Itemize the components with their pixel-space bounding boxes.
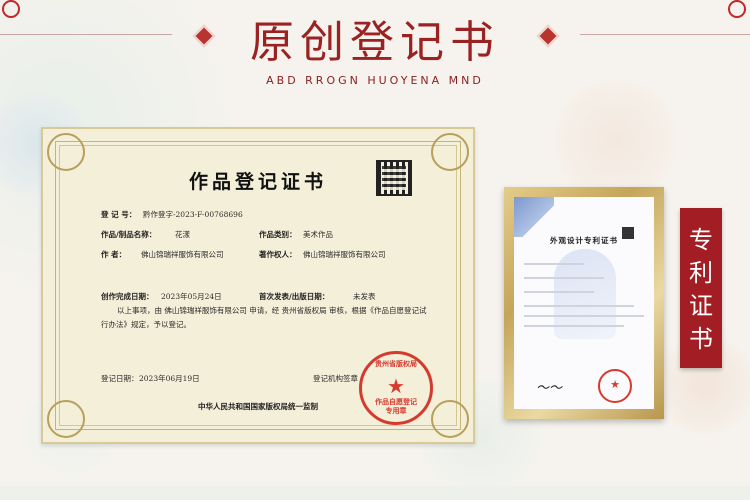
- patent-text-line: [524, 291, 594, 293]
- patent-signature: 〜〜: [536, 381, 563, 396]
- patent-text-line: [524, 277, 604, 279]
- patent-title: 外观设计专利证书: [550, 236, 618, 245]
- work-name-label: 作品/制品名称：: [101, 230, 157, 239]
- reg-no-value: 黔作登字-2023-F-00768696: [143, 210, 243, 219]
- published-date-value: 未发表: [353, 292, 376, 301]
- work-name-value: 花漾: [175, 230, 190, 239]
- page-title: 原创登记书: [250, 17, 500, 68]
- seal-top-text: 贵州省版权局: [375, 359, 417, 368]
- title-line-right: [580, 34, 750, 35]
- owner-value: 佛山锦瑞祥服饰有限公司: [303, 250, 386, 259]
- page-subtitle: ABD RROGN HUOYENA MND: [266, 74, 484, 87]
- published-date-label: 首次发表/出版日期：: [259, 292, 330, 301]
- patent-corner-decoration: [514, 197, 554, 237]
- page-canvas: 原创登记书 ABD RROGN HUOYENA MND 作品登记证书 登 记 号…: [0, 0, 750, 500]
- patent-seal: ★: [598, 369, 632, 403]
- patent-certificate: 外观设计专利证书 〜〜 ★: [514, 197, 654, 409]
- patent-text-line: [524, 315, 644, 317]
- star-icon: ★: [387, 374, 405, 398]
- reg-date-label: 登记日期：: [101, 374, 139, 383]
- certificate-body-line2: 行办法》规定，予以登记。: [101, 320, 191, 329]
- patent-text-line: [524, 325, 624, 327]
- patent-text-line: [524, 305, 634, 307]
- org-seal-label: 登记机构签章: [313, 374, 358, 383]
- work-type-value: 美术作品: [303, 230, 333, 239]
- flower-decoration: [540, 80, 690, 200]
- author-value: 佛山锦瑞祥服饰有限公司: [141, 250, 224, 259]
- bottom-band: [0, 486, 750, 500]
- created-date-value: 2023年05月24日: [161, 292, 222, 301]
- work-type-label: 作品类别：: [259, 230, 297, 239]
- patent-certificate-frame: 外观设计专利证书 〜〜 ★: [504, 187, 664, 419]
- corner-flourish: [431, 133, 469, 171]
- corner-flourish: [47, 133, 85, 171]
- author-label: 作 者：: [101, 250, 127, 259]
- patent-side-label-text: 专利证书: [689, 226, 713, 353]
- created-date-label: 创作完成日期：: [101, 292, 154, 301]
- patent-text-line: [524, 263, 584, 265]
- certificate-body-line1: 以上事项，由 佛山锦瑞祥服饰有限公司 申请，经 贵州省版权局 审核，根据《作品自…: [117, 306, 427, 315]
- official-seal: 贵州省版权局 ★ 作品自愿登记 专用章: [359, 351, 433, 425]
- certificate-footer: 中华人民共和国国家版权局统一监制: [198, 402, 318, 411]
- reg-date-value: 2023年06月19日: [139, 374, 200, 383]
- copyright-certificate: 作品登记证书 登 记 号： 黔作登字-2023-F-00768696 作品/制品…: [41, 127, 475, 444]
- owner-label: 著作权人：: [259, 250, 297, 259]
- reg-no-label: 登 记 号：: [101, 210, 137, 219]
- qr-code-icon: [376, 160, 412, 196]
- patent-side-label: 专利证书: [680, 208, 722, 368]
